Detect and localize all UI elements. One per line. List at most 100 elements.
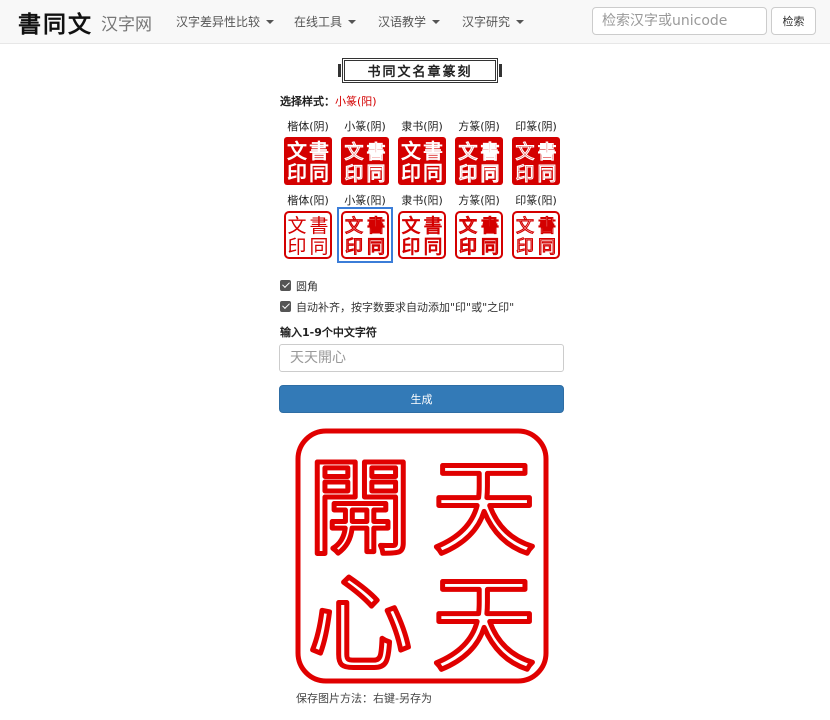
seal-result-icon: 天 天 開 心 (295, 428, 549, 689)
svg-text:文: 文 (401, 139, 422, 163)
rounded-corner-label[interactable]: 圆角 (296, 278, 318, 294)
seal-text-input[interactable] (279, 344, 564, 372)
seal-char-1: 天 (432, 448, 536, 570)
generate-button[interactable]: 生成 (279, 385, 564, 413)
style-label-kaiti-yang: 楷体(阳) (287, 194, 329, 207)
brand[interactable]: 書同文 汉字网 (18, 6, 152, 38)
style-label-fangzhuan-yang: 方篆(阳) (458, 194, 500, 207)
seal-xiaozhuan-yang-icon: 書 同 文 印 (341, 211, 389, 259)
style-tile-yinzhuan-yang[interactable]: 書 同 文 印 (511, 210, 561, 260)
page-title: 书同文名章篆刻 (338, 58, 502, 83)
svg-text:印: 印 (515, 163, 534, 185)
svg-text:印: 印 (401, 161, 421, 185)
svg-text:印: 印 (458, 163, 477, 185)
search-button[interactable]: 检索 (771, 7, 816, 35)
svg-text:文: 文 (401, 214, 421, 237)
seal-kaiti-yang-icon: 書 同 文 印 (284, 211, 332, 259)
svg-text:印: 印 (401, 236, 420, 258)
caret-down-icon (432, 19, 441, 24)
top-navbar: 書同文 汉字网 汉字差异性比较 在线工具 汉语教学 汉字研究 检索 (0, 0, 830, 44)
svg-text:書: 書 (423, 215, 442, 237)
svg-text:書: 書 (309, 139, 329, 163)
nav-menu-research[interactable]: 汉字研究 (462, 13, 525, 30)
auto-fill-label[interactable]: 自动补齐，按字数要求自动添加"印"或"之印" (296, 299, 514, 315)
style-tile-fangzhuan-yin[interactable]: 書 同 文 印 (454, 136, 504, 186)
save-image-hint: 保存图片方法：右键-另存为 (296, 692, 432, 705)
svg-text:文: 文 (516, 216, 534, 237)
style-tile-lishu-yang[interactable]: 書 同 文 印 (397, 210, 447, 260)
nav-menu-label: 汉语教学 (378, 15, 427, 29)
svg-text:書: 書 (480, 141, 499, 163)
svg-text:同: 同 (309, 236, 328, 258)
style-label-yinzhuan-yin: 印篆(阴) (515, 120, 557, 133)
style-label-xiaozhuan-yin: 小篆(阴) (344, 120, 386, 133)
svg-text:文: 文 (515, 141, 534, 163)
svg-text:印: 印 (287, 236, 306, 258)
svg-text:書: 書 (538, 216, 556, 237)
style-selection-label: 选择样式：小篆(阳) (280, 93, 377, 109)
svg-text:同: 同 (538, 237, 556, 258)
style-label-xiaozhuan-yang: 小篆(阳) (344, 194, 386, 207)
search-input[interactable] (592, 7, 767, 35)
svg-text:文: 文 (287, 139, 308, 163)
seal-kaiti-yin-icon: 書 同 文 印 (284, 137, 332, 185)
svg-text:同: 同 (367, 237, 385, 258)
svg-text:同: 同 (537, 163, 556, 185)
nav-menu-char-compare[interactable]: 汉字差异性比较 (176, 13, 275, 30)
svg-text:同: 同 (423, 236, 442, 258)
caret-down-icon (266, 19, 275, 24)
caret-down-icon (516, 19, 525, 24)
style-label-yinzhuan-yang: 印篆(阳) (515, 194, 557, 207)
result-seal-image: 天 天 開 心 (294, 427, 550, 689)
svg-text:文: 文 (459, 216, 477, 237)
seal-yinzhuan-yang-icon: 書 同 文 印 (512, 211, 560, 259)
svg-text:印: 印 (345, 237, 363, 258)
svg-text:文: 文 (345, 216, 363, 237)
style-tile-fangzhuan-yang[interactable]: 書 同 文 印 (454, 210, 504, 260)
seal-yinzhuan-yin-icon: 書 同 文 印 (512, 137, 560, 186)
svg-text:同: 同 (309, 161, 329, 185)
svg-text:同: 同 (366, 163, 385, 185)
nav-menu-label: 汉字差异性比较 (176, 15, 261, 29)
seal-char-3: 開 (308, 448, 412, 570)
style-tile-lishu-yin[interactable]: 書 同 文 印 (397, 136, 447, 186)
svg-text:同: 同 (423, 161, 443, 185)
style-label-lishu-yin: 隶书(阴) (401, 120, 443, 133)
selected-style-value: 小篆(阳) (335, 95, 377, 108)
brand-site-name[interactable]: 汉字网 (101, 10, 152, 35)
rounded-corner-checkbox[interactable] (280, 280, 291, 291)
svg-text:書: 書 (367, 216, 385, 237)
svg-text:書: 書 (481, 216, 499, 237)
style-label-lishu-yang: 隶书(阳) (401, 194, 443, 207)
seal-lishu-yang-icon: 書 同 文 印 (398, 211, 446, 259)
text-input-label: 输入1-9个中文字符 (280, 326, 377, 339)
seal-fangzhuan-yang-icon: 書 同 文 印 (455, 211, 503, 259)
svg-text:書: 書 (309, 215, 328, 237)
style-label-fangzhuan-yin: 方篆(阴) (458, 120, 500, 133)
nav-menu-label: 汉字研究 (462, 15, 511, 29)
svg-text:同: 同 (481, 237, 499, 258)
nav-menu-teaching[interactable]: 汉语教学 (378, 13, 441, 30)
style-tile-kaiti-yang[interactable]: 書 同 文 印 (283, 210, 333, 260)
seal-char-4: 心 (308, 564, 412, 685)
svg-text:印: 印 (459, 237, 477, 258)
svg-text:印: 印 (344, 163, 363, 185)
seal-xiaozhuan-yin-icon: 書 同 文 印 (341, 137, 389, 186)
style-tile-kaiti-yin[interactable]: 書 同 文 印 (283, 136, 333, 186)
svg-text:文: 文 (458, 141, 477, 163)
nav-menu-label: 在线工具 (294, 15, 343, 29)
svg-text:文: 文 (287, 215, 306, 237)
style-tile-yinzhuan-yin[interactable]: 書 同 文 印 (511, 136, 561, 186)
nav-menu-online-tools[interactable]: 在线工具 (294, 13, 357, 30)
brand-logo[interactable]: 書同文 (18, 5, 93, 39)
seal-fangzhuan-yin-icon: 書 同 文 印 (455, 137, 503, 186)
svg-text:書: 書 (537, 141, 556, 163)
seal-lishu-yin-icon: 書 同 文 印 (398, 137, 446, 185)
auto-fill-checkbox[interactable] (280, 301, 291, 312)
caret-down-icon (348, 19, 357, 24)
style-tile-xiaozhuan-yin[interactable]: 書 同 文 印 (340, 136, 390, 186)
svg-text:書: 書 (366, 141, 385, 163)
style-label-text: 选择样式： (280, 95, 335, 108)
style-tile-xiaozhuan-yang[interactable]: 書 同 文 印 (337, 207, 393, 263)
svg-text:印: 印 (287, 161, 307, 185)
